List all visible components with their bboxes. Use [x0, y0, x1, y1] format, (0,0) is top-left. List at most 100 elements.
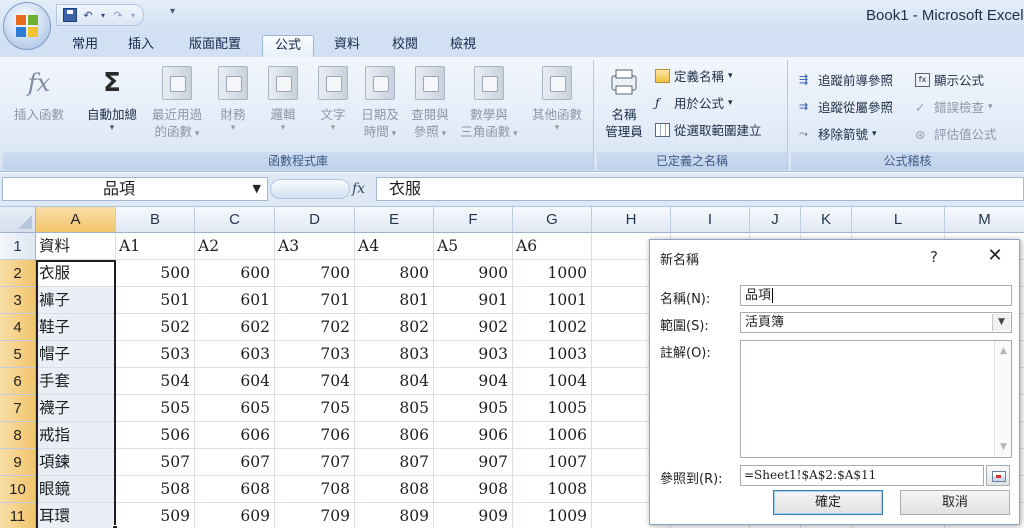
redo-icon[interactable]: ↷	[109, 6, 127, 24]
cell[interactable]: 1005	[513, 395, 592, 422]
cell[interactable]: 506	[116, 422, 195, 449]
chevron-down-icon[interactable]: ▼	[992, 314, 1010, 331]
name-box[interactable]: 品項 ▼	[2, 177, 268, 201]
show-formulas-button[interactable]: fx 顯示公式	[915, 70, 984, 89]
cell[interactable]: 807	[355, 449, 434, 476]
cell[interactable]: 手套	[36, 368, 116, 395]
cell[interactable]: 1000	[513, 260, 592, 287]
row-header[interactable]: 5	[0, 341, 36, 368]
cell[interactable]: 908	[434, 476, 513, 503]
column-header[interactable]: C	[195, 207, 275, 233]
cell[interactable]: 褲子	[36, 287, 116, 314]
cell[interactable]: 703	[275, 341, 355, 368]
cell[interactable]: 1004	[513, 368, 592, 395]
cell[interactable]: 1002	[513, 314, 592, 341]
refers-to-input[interactable]: =Sheet1!$A$2:$A$11	[740, 465, 984, 486]
scroll-down-icon[interactable]: ▼	[995, 439, 1012, 455]
cell[interactable]: 608	[195, 476, 275, 503]
cell[interactable]: 衣服	[36, 260, 116, 287]
cancel-button[interactable]: 取消	[900, 490, 1010, 515]
scope-select[interactable]: 活頁簿 ▼	[740, 312, 1012, 333]
cell[interactable]: 901	[434, 287, 513, 314]
row-header[interactable]: 4	[0, 314, 36, 341]
column-header[interactable]: E	[355, 207, 434, 233]
financial-button[interactable]: 財務 ▾	[209, 66, 257, 133]
cell[interactable]: 609	[195, 503, 275, 528]
logical-button[interactable]: 邏輯 ▾	[259, 66, 307, 133]
cell[interactable]: 902	[434, 314, 513, 341]
cell[interactable]: 508	[116, 476, 195, 503]
cell[interactable]: 1009	[513, 503, 592, 528]
insert-function-icon[interactable]: fx	[352, 181, 365, 197]
cell[interactable]: 700	[275, 260, 355, 287]
select-all-button[interactable]	[0, 207, 36, 233]
cell[interactable]: 907	[434, 449, 513, 476]
cell[interactable]: 帽子	[36, 341, 116, 368]
row-header[interactable]: 9	[0, 449, 36, 476]
recent-functions-button[interactable]: 最近用過 的函數 ▾	[145, 66, 209, 143]
cell[interactable]: 803	[355, 341, 434, 368]
column-header[interactable]: K	[801, 207, 852, 233]
cell[interactable]: 509	[116, 503, 195, 528]
cell[interactable]: 504	[116, 368, 195, 395]
comment-textarea[interactable]: ▲ ▼	[740, 340, 1012, 458]
cell[interactable]: 607	[195, 449, 275, 476]
cell[interactable]: 503	[116, 341, 195, 368]
column-header[interactable]: H	[592, 207, 671, 233]
cell[interactable]: 806	[355, 422, 434, 449]
tab-formulas[interactable]: 公式	[262, 35, 314, 57]
cell[interactable]: 605	[195, 395, 275, 422]
cell[interactable]: 項鍊	[36, 449, 116, 476]
column-header[interactable]: L	[852, 207, 945, 233]
column-header[interactable]: G	[513, 207, 592, 233]
formula-input[interactable]: 衣服	[376, 177, 1024, 201]
redo-dropdown-icon[interactable]: ▾	[129, 6, 137, 24]
cell[interactable]: 808	[355, 476, 434, 503]
row-header[interactable]: 1	[0, 233, 36, 260]
use-in-formula-button[interactable]: ƒ 用於公式 ▾	[655, 93, 733, 112]
cell[interactable]: 502	[116, 314, 195, 341]
cell[interactable]: 704	[275, 368, 355, 395]
more-functions-button[interactable]: 其他函數 ▾	[525, 66, 589, 133]
cell[interactable]: 909	[434, 503, 513, 528]
tab-review[interactable]: 校閱	[382, 35, 428, 57]
chevron-down-icon[interactable]: ▼	[253, 178, 261, 200]
column-header[interactable]: D	[275, 207, 355, 233]
lookup-button[interactable]: 查閱與 參照 ▾	[405, 66, 455, 143]
cell[interactable]: 906	[434, 422, 513, 449]
insert-function-button[interactable]: fx 插入函數	[5, 66, 73, 123]
trace-precedents-button[interactable]: ⇶ 追蹤前導參照	[799, 70, 893, 89]
tab-view[interactable]: 檢視	[440, 35, 486, 57]
cell[interactable]: 1001	[513, 287, 592, 314]
cell[interactable]: 500	[116, 260, 195, 287]
tab-insert[interactable]: 插入	[118, 35, 164, 57]
customize-qat-icon[interactable]: ▾	[170, 6, 175, 17]
column-header[interactable]: B	[116, 207, 195, 233]
column-header[interactable]: F	[434, 207, 513, 233]
evaluate-formula-button[interactable]: ⊛ 評估值公式	[915, 124, 997, 143]
row-header[interactable]: 2	[0, 260, 36, 287]
cell[interactable]: 904	[434, 368, 513, 395]
column-header[interactable]: M	[945, 207, 1024, 233]
cell[interactable]: 資料	[36, 233, 116, 260]
text-button[interactable]: 文字 ▾	[309, 66, 357, 133]
cell[interactable]: 805	[355, 395, 434, 422]
cell[interactable]: 507	[116, 449, 195, 476]
scroll-up-icon[interactable]: ▲	[995, 343, 1012, 359]
row-header[interactable]: 10	[0, 476, 36, 503]
row-header[interactable]: 3	[0, 287, 36, 314]
cell[interactable]: 709	[275, 503, 355, 528]
cell[interactable]: 1006	[513, 422, 592, 449]
comment-scrollbar[interactable]: ▲ ▼	[994, 341, 1011, 457]
math-trig-button[interactable]: 數學與 三角函數 ▾	[455, 66, 523, 143]
collapse-dialog-icon[interactable]	[986, 465, 1010, 486]
datetime-button[interactable]: 日期及 時間 ▾	[355, 66, 405, 143]
office-button[interactable]	[3, 2, 51, 50]
column-header[interactable]: A	[36, 207, 116, 233]
cell[interactable]: 1008	[513, 476, 592, 503]
cell[interactable]: A1	[116, 233, 195, 260]
ok-button[interactable]: 確定	[773, 490, 883, 515]
cell[interactable]: 606	[195, 422, 275, 449]
name-input[interactable]: 品項	[740, 285, 1012, 306]
undo-dropdown-icon[interactable]: ▾	[99, 6, 107, 24]
